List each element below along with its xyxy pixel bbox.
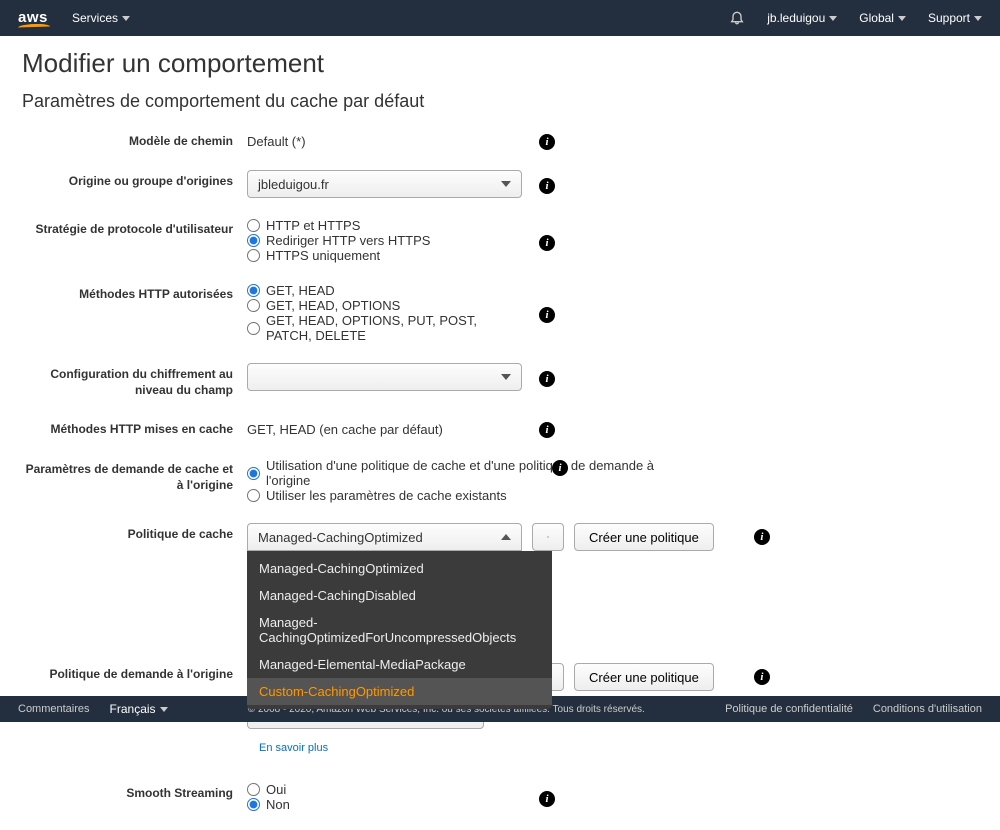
path-pattern-value: Default (*): [247, 132, 522, 149]
chevron-up-icon: [501, 534, 511, 540]
label-allowed-methods: Méthodes HTTP autorisées: [22, 283, 247, 303]
info-icon[interactable]: i: [539, 371, 555, 387]
user-menu[interactable]: jb.leduigou: [767, 11, 837, 25]
caret-down-icon: [898, 16, 906, 21]
cache-origin-option-policy[interactable]: Utilisation d'une politique de cache et …: [247, 458, 667, 488]
region-menu[interactable]: Global: [859, 11, 906, 25]
bell-icon[interactable]: [729, 9, 745, 28]
refresh-icon: [547, 530, 549, 544]
smooth-option-no[interactable]: Non: [247, 797, 522, 812]
origin-selected-value: jbleduigou.fr: [258, 177, 329, 192]
protocol-option-https-only[interactable]: HTTPS uniquement: [247, 248, 522, 263]
user-label: jb.leduigou: [767, 11, 825, 25]
info-icon[interactable]: i: [539, 178, 555, 194]
label-smooth-streaming: Smooth Streaming: [22, 782, 247, 802]
support-menu[interactable]: Support: [928, 11, 982, 25]
caret-down-icon: [829, 16, 837, 21]
label-viewer-protocol: Stratégie de protocole d'utilisateur: [22, 218, 247, 238]
info-icon[interactable]: i: [539, 134, 555, 150]
info-icon[interactable]: i: [539, 791, 555, 807]
cache-policy-option[interactable]: Managed-CachingDisabled: [247, 582, 552, 609]
label-cache-policy: Politique de cache: [22, 523, 247, 543]
allowed-option-getheadoptions[interactable]: GET, HEAD, OPTIONS: [247, 298, 522, 313]
label-cached-methods: Méthodes HTTP mises en cache: [22, 418, 247, 438]
info-icon[interactable]: i: [754, 529, 770, 545]
allowed-option-gethead[interactable]: GET, HEAD: [247, 283, 522, 298]
privacy-link[interactable]: Politique de confidentialité: [725, 703, 853, 715]
top-navbar: aws Services jb.leduigou Global Support: [0, 0, 1000, 36]
cache-policy-option[interactable]: Managed-CachingOptimized: [247, 555, 552, 582]
services-menu[interactable]: Services: [72, 11, 130, 25]
caret-down-icon: [974, 16, 982, 21]
cache-policy-selected-value: Managed-CachingOptimized: [258, 530, 423, 545]
cache-policy-option-highlighted[interactable]: Custom-CachingOptimized: [247, 678, 552, 705]
chevron-down-icon: [501, 181, 511, 187]
cache-origin-option-legacy[interactable]: Utiliser les paramètres de cache existan…: [247, 488, 667, 503]
info-icon[interactable]: i: [539, 307, 555, 323]
chevron-down-icon: [501, 374, 511, 380]
feedback-link[interactable]: Commentaires: [18, 703, 90, 715]
language-menu[interactable]: Français: [110, 702, 168, 716]
cache-policy-select[interactable]: Managed-CachingOptimized: [247, 523, 522, 551]
region-label: Global: [859, 11, 894, 25]
smooth-option-yes[interactable]: Oui: [247, 782, 522, 797]
learn-more-link[interactable]: En savoir plus: [259, 742, 328, 754]
support-label: Support: [928, 11, 970, 25]
terms-link[interactable]: Conditions d'utilisation: [873, 703, 982, 715]
section-title: Paramètres de comportement du cache par …: [22, 91, 978, 112]
protocol-option-redirect[interactable]: Rediriger HTTP vers HTTPS: [247, 233, 522, 248]
allowed-option-all[interactable]: GET, HEAD, OPTIONS, PUT, POST, PATCH, DE…: [247, 313, 522, 343]
cached-methods-value: GET, HEAD (en cache par défaut): [247, 420, 522, 437]
refresh-cache-policy-button[interactable]: [532, 523, 564, 551]
page-title: Modifier un comportement: [22, 48, 978, 79]
create-cache-policy-button[interactable]: Créer une politique: [574, 523, 714, 551]
origin-select[interactable]: jbleduigou.fr: [247, 170, 522, 198]
create-origin-request-policy-button[interactable]: Créer une politique: [574, 663, 714, 691]
label-cache-origin-params: Paramètres de demande de cache et à l'or…: [22, 458, 247, 493]
info-icon[interactable]: i: [539, 235, 555, 251]
caret-down-icon: [122, 16, 130, 21]
info-icon[interactable]: i: [539, 422, 555, 438]
cache-policy-dropdown: Managed-CachingOptimized Managed-Caching…: [247, 551, 552, 709]
cache-policy-option[interactable]: Managed-CachingOptimizedForUncompressedO…: [247, 609, 552, 651]
field-encryption-select[interactable]: [247, 363, 522, 391]
label-origin-request-policy: Politique de demande à l'origine: [22, 663, 247, 683]
aws-logo: aws: [18, 9, 50, 27]
label-origin: Origine ou groupe d'origines: [22, 170, 247, 190]
cache-policy-option[interactable]: Managed-Elemental-MediaPackage: [247, 651, 552, 678]
services-label: Services: [72, 11, 118, 25]
label-field-encryption: Configuration du chiffrement au niveau d…: [22, 363, 247, 398]
protocol-option-http-https[interactable]: HTTP et HTTPS: [247, 218, 522, 233]
label-path-pattern: Modèle de chemin: [22, 130, 247, 150]
info-icon[interactable]: i: [754, 669, 770, 685]
caret-down-icon: [160, 707, 168, 712]
